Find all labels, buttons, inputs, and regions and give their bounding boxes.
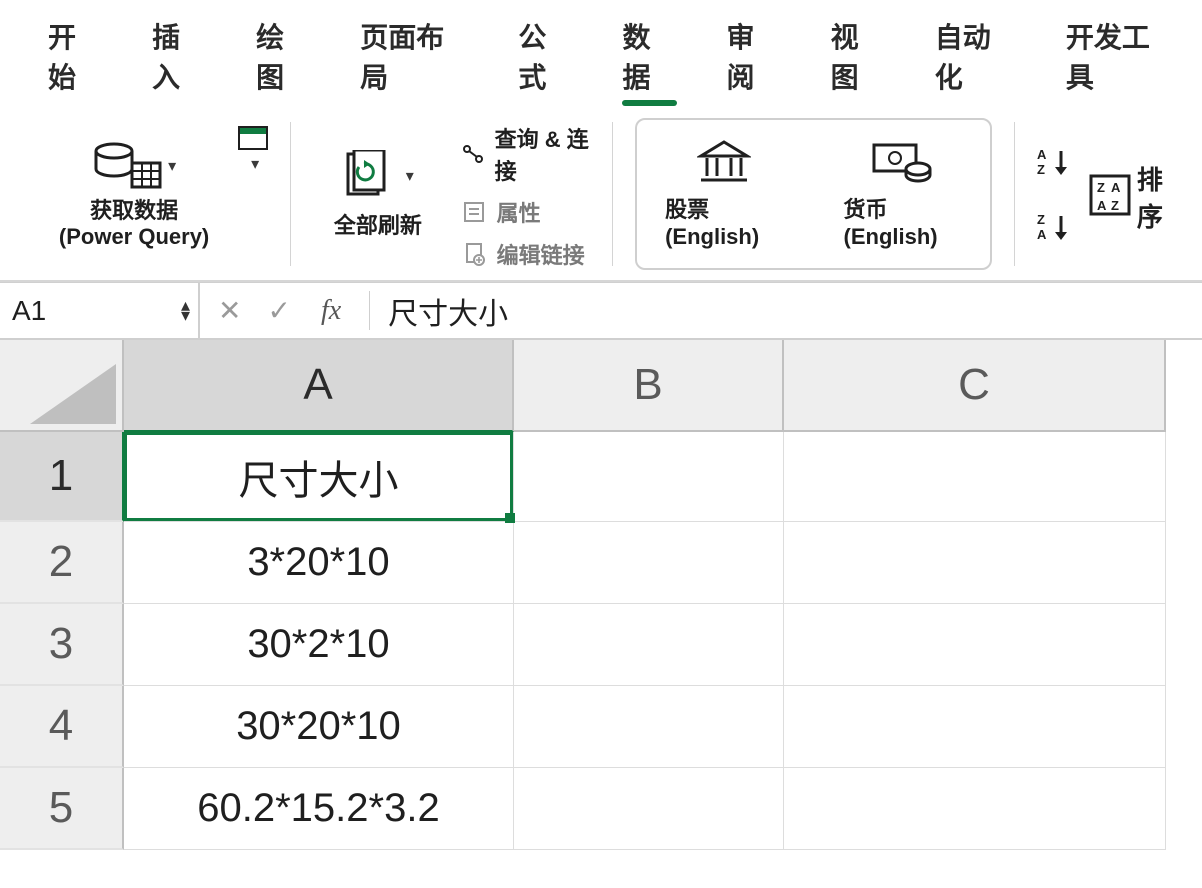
database-icon: ▾	[92, 138, 176, 194]
currency-icon	[872, 138, 934, 186]
edit-links-label: 编辑链接	[497, 238, 585, 270]
sort-desc-icon: Z A	[1037, 212, 1071, 242]
properties-button[interactable]: 属性	[461, 196, 591, 228]
ribbon-tab-0[interactable]: 开始	[48, 16, 102, 102]
column-headers: ABC	[124, 340, 1202, 432]
select-all-corner[interactable]	[0, 340, 124, 432]
svg-text:A: A	[1037, 227, 1047, 242]
formula-input[interactable]: 尺寸大小	[376, 283, 1202, 338]
link-icon	[461, 141, 485, 167]
chevron-down-icon: ▾	[168, 156, 176, 176]
cell-B2[interactable]	[514, 522, 784, 604]
from-table-button[interactable]	[238, 126, 268, 150]
svg-text:Z: Z	[1037, 212, 1045, 227]
formula-bar-row: A1 ▴▾ ✕ ✓ fx 尺寸大小	[0, 282, 1202, 340]
row-header-5[interactable]: 5	[0, 768, 124, 850]
cell-B1[interactable]	[514, 432, 784, 522]
formula-tools: ✕ ✓ fx	[200, 283, 363, 338]
ribbon-tab-5[interactable]: 数据	[622, 16, 676, 102]
cell-C2[interactable]	[784, 522, 1166, 604]
spreadsheet[interactable]: ABC 12345 尺寸大小3*20*1030*2*1030*20*1060.2…	[0, 340, 1202, 888]
sort-dialog-icon: Z A A Z	[1089, 174, 1131, 221]
refresh-icon: ▾	[342, 148, 414, 204]
formula-value: 尺寸大小	[388, 289, 508, 333]
cell-A1[interactable]: 尺寸大小	[124, 432, 514, 522]
cell-B5[interactable]	[514, 768, 784, 850]
queries-connections-button[interactable]: 查询 & 连接	[461, 122, 591, 186]
svg-text:A: A	[1097, 198, 1107, 213]
ribbon-body: ▾ 获取数据 (Power Query) ▾ ▾ 全部刷新	[0, 110, 1202, 280]
cells-area: 尺寸大小3*20*1030*2*1030*20*1060.2*15.2*3.2	[124, 432, 1202, 888]
sort-label: 排序	[1137, 160, 1174, 234]
ribbon-tab-1[interactable]: 插入	[152, 16, 206, 102]
edit-links-button[interactable]: 编辑链接	[461, 238, 591, 270]
currency-button[interactable]: 货币 (English)	[844, 138, 962, 250]
properties-icon	[461, 199, 487, 225]
refresh-all-label: 全部刷新	[334, 208, 422, 240]
ribbon-tab-8[interactable]: 自动化	[935, 16, 1016, 102]
ribbon-tab-4[interactable]: 公式	[518, 16, 572, 102]
cell-C1[interactable]	[784, 432, 1166, 522]
from-table-group: ▾	[238, 118, 268, 270]
cancel-icon[interactable]: ✕	[218, 294, 241, 327]
cell-A5[interactable]: 60.2*15.2*3.2	[124, 768, 514, 850]
column-header-A[interactable]: A	[124, 340, 514, 432]
connections-group: 查询 & 连接 属性 编辑链接	[461, 118, 591, 270]
chevron-down-icon: ▾	[251, 154, 259, 174]
column-header-C[interactable]: C	[784, 340, 1166, 432]
sort-ascending-button[interactable]: A Z	[1037, 147, 1071, 182]
ribbon-tab-7[interactable]: 视图	[831, 16, 885, 102]
cell-A3[interactable]: 30*2*10	[124, 604, 514, 686]
ribbon-tabs: 开始插入绘图页面布局公式数据审阅视图自动化开发工具	[0, 0, 1202, 110]
row-header-3[interactable]: 3	[0, 604, 124, 686]
cell-A2[interactable]: 3*20*10	[124, 522, 514, 604]
properties-label: 属性	[497, 196, 541, 228]
ribbon-tab-6[interactable]: 审阅	[727, 16, 781, 102]
cell-C5[interactable]	[784, 768, 1166, 850]
name-box[interactable]: A1 ▴▾	[0, 283, 200, 338]
chevron-down-icon: ▾	[406, 166, 414, 186]
svg-text:A: A	[1037, 147, 1047, 162]
separator	[369, 291, 370, 330]
currency-label: 货币 (English)	[844, 192, 962, 250]
cell-C4[interactable]	[784, 686, 1166, 768]
row-header-2[interactable]: 2	[0, 522, 124, 604]
cell-B3[interactable]	[514, 604, 784, 686]
separator	[612, 122, 613, 266]
data-types-group: 股票 (English) 货币 (English)	[635, 118, 992, 270]
sort-dialog-button[interactable]: Z A A Z 排序	[1089, 118, 1174, 270]
separator	[1014, 122, 1015, 266]
confirm-icon[interactable]: ✓	[267, 294, 290, 327]
queries-label: 查询 & 连接	[495, 122, 591, 186]
column-header-B[interactable]: B	[514, 340, 784, 432]
row-header-1[interactable]: 1	[0, 432, 124, 522]
name-box-stepper[interactable]: ▴▾	[181, 301, 190, 321]
stocks-button[interactable]: 股票 (English)	[665, 138, 783, 250]
cell-A4[interactable]: 30*20*10	[124, 686, 514, 768]
get-data-label: 获取数据 (Power Query)	[54, 198, 214, 251]
sort-group: A Z Z A	[1037, 118, 1071, 270]
row-header-4[interactable]: 4	[0, 686, 124, 768]
svg-text:A: A	[1111, 180, 1121, 195]
ribbon-tab-3[interactable]: 页面布局	[360, 16, 468, 102]
fx-icon[interactable]: fx	[317, 295, 345, 327]
name-box-value: A1	[12, 295, 46, 327]
sort-descending-button[interactable]: Z A	[1037, 212, 1071, 247]
bank-icon	[697, 138, 751, 186]
separator	[290, 122, 291, 266]
ribbon-tab-2[interactable]: 绘图	[256, 16, 310, 102]
cell-B4[interactable]	[514, 686, 784, 768]
sort-asc-icon: A Z	[1037, 147, 1071, 177]
cell-C3[interactable]	[784, 604, 1166, 686]
svg-text:Z: Z	[1111, 198, 1119, 213]
refresh-all-button[interactable]: ▾ 全部刷新	[313, 118, 443, 270]
svg-text:Z: Z	[1037, 162, 1045, 177]
row-headers: 12345	[0, 432, 124, 850]
ribbon-tab-9[interactable]: 开发工具	[1066, 16, 1174, 102]
get-data-button[interactable]: ▾ 获取数据 (Power Query)	[48, 118, 220, 270]
svg-text:Z: Z	[1097, 180, 1105, 195]
edit-links-icon	[461, 241, 487, 267]
stocks-label: 股票 (English)	[665, 192, 783, 250]
